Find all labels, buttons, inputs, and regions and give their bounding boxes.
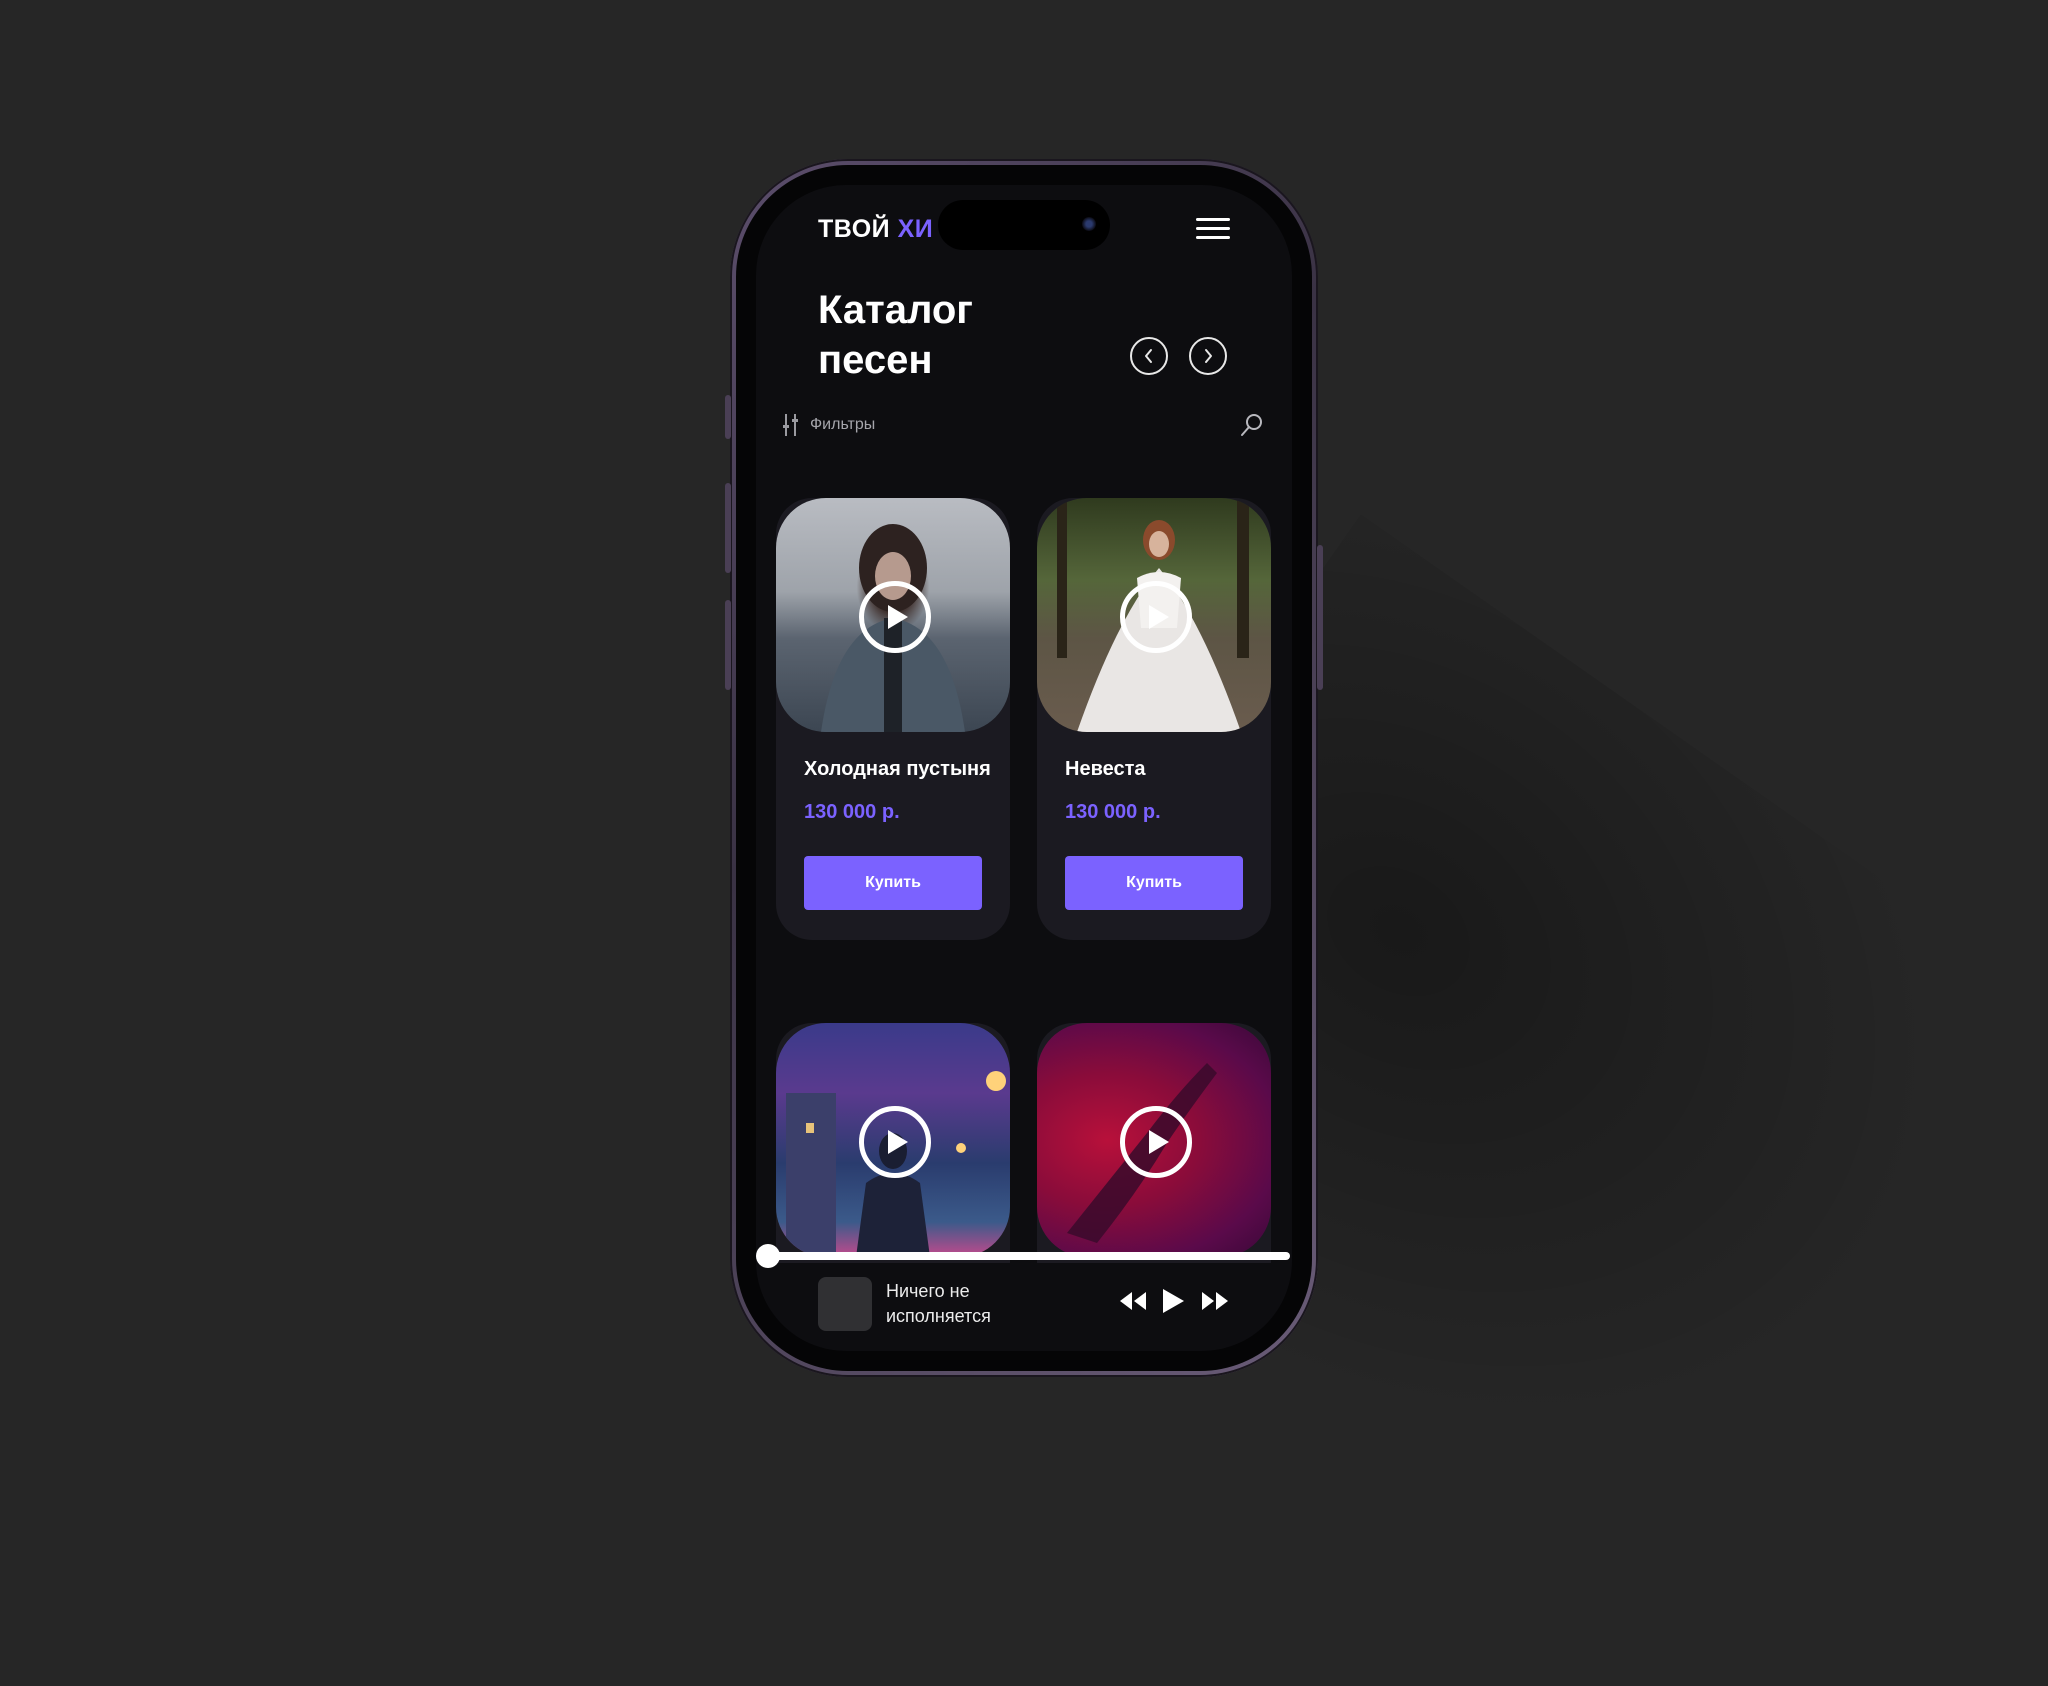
song-cover-image — [776, 1023, 1010, 1257]
search-icon — [1241, 414, 1262, 436]
play-icon[interactable] — [1120, 1106, 1192, 1178]
page-title-line-1: Каталог — [818, 288, 973, 332]
play-icon[interactable] — [1120, 581, 1192, 653]
song-card: Невеста 130 000 р. Купить — [1037, 498, 1271, 940]
play-icon[interactable] — [859, 1106, 931, 1178]
song-card — [1037, 1023, 1271, 1263]
play-icon[interactable] — [859, 581, 931, 653]
rewind-icon[interactable] — [1118, 1290, 1148, 1312]
chevron-right-icon — [1205, 349, 1212, 363]
app-logo[interactable]: ТВОЙ ХИ — [818, 215, 933, 244]
song-cover-image — [776, 498, 1010, 732]
song-card: Холодная пустыня 130 000 р. Купить — [776, 498, 1010, 940]
logo-accent-text: ХИ — [897, 215, 934, 243]
now-playing-text: Ничего не исполняется — [886, 1281, 991, 1326]
camera-icon — [1082, 217, 1096, 231]
filter-sliders-icon — [783, 414, 798, 436]
playback-progress-handle[interactable] — [756, 1244, 780, 1268]
phone-power-button — [1317, 545, 1323, 690]
song-cover-image — [1037, 1023, 1271, 1257]
next-button[interactable] — [1189, 337, 1227, 375]
playback-progress-track[interactable] — [768, 1252, 1290, 1260]
phone-volume-down — [725, 600, 731, 690]
chevron-left-icon — [1145, 349, 1152, 363]
buy-button[interactable]: Купить — [1065, 856, 1243, 910]
play-icon[interactable] — [1160, 1287, 1186, 1315]
now-playing-cover — [818, 1277, 872, 1331]
song-price: 130 000 р. — [804, 801, 900, 823]
buy-button[interactable]: Купить — [804, 856, 982, 910]
page-title: Каталог песен — [818, 285, 1078, 385]
song-price: 130 000 р. — [1065, 801, 1161, 823]
page-title-line-2: песен — [818, 338, 933, 382]
phone-volume-up — [725, 483, 731, 573]
fast-forward-icon[interactable] — [1200, 1290, 1230, 1312]
menu-icon[interactable] — [1196, 218, 1230, 240]
song-card — [776, 1023, 1010, 1263]
filters-label: Фильтры — [810, 416, 876, 433]
search-button[interactable] — [1240, 412, 1264, 443]
song-title: Невеста — [1065, 758, 1146, 780]
song-cover-image — [1037, 498, 1271, 732]
logo-main-text: ТВОЙ — [818, 215, 898, 243]
phone-mute-switch — [725, 395, 731, 439]
prev-button[interactable] — [1130, 337, 1168, 375]
song-title: Холодная пустыня — [804, 758, 991, 780]
dynamic-island — [938, 200, 1110, 250]
filters-button[interactable]: Фильтры — [782, 412, 875, 438]
